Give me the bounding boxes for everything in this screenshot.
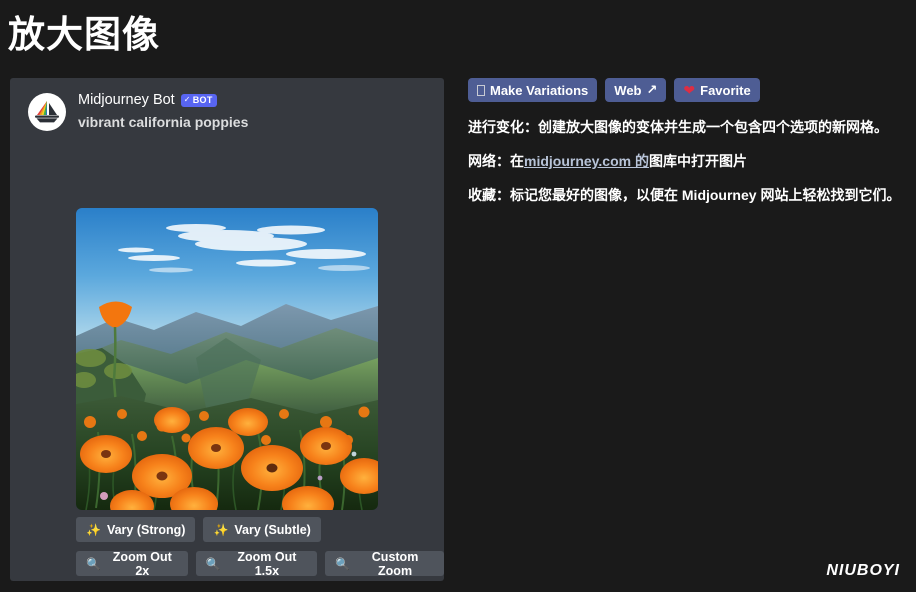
magnifier-icon: 🔍 (86, 556, 101, 571)
zoom-out-2x-button[interactable]: 🔍 Zoom Out 2x (76, 549, 188, 578)
avatar (28, 93, 66, 131)
help-panel: Make Variations Web ↗ ❤ Favorite 进行变化：创建… (468, 78, 908, 218)
variations-description: 进行变化：创建放大图像的变体并生成一个包含四个选项的新网格。 (468, 116, 908, 139)
vary-strong-button[interactable]: ✨ Vary (Strong) (76, 517, 196, 542)
variations-text: 创建放大图像的变体并生成一个包含四个选项的新网格。 (538, 119, 888, 135)
bot-badge: ✓ BOT (180, 93, 217, 107)
arrow-up-right-icon: ↗ (646, 82, 658, 97)
zoom-out-1-5x-label: Zoom Out 1.5x (237, 549, 297, 578)
make-variations-button[interactable]: Make Variations (468, 78, 598, 102)
missing-glyph-icon (477, 84, 485, 96)
generated-image[interactable] (76, 208, 378, 510)
sparkles-icon: ✨ (86, 522, 101, 537)
favorite-description-label: 收藏： (468, 187, 510, 203)
vary-button-row: ✨ Vary (Strong) ✨ Vary (Subtle) (76, 517, 321, 542)
custom-zoom-button[interactable]: 🔍 Custom Zoom (325, 549, 444, 578)
favorite-text: 标记您最好的图像，以便在 Midjourney 网站上轻松找到它们。 (510, 187, 901, 203)
help-button-row: Make Variations Web ↗ ❤ Favorite (468, 78, 908, 102)
vary-subtle-button[interactable]: ✨ Vary (Subtle) (203, 517, 321, 542)
web-button[interactable]: Web ↗ (605, 78, 667, 102)
verified-check-icon: ✓ (183, 95, 191, 104)
zoom-out-2x-label: Zoom Out 2x (112, 549, 172, 578)
web-prefix-text: 在 (510, 153, 524, 169)
vary-strong-label: Vary (Strong) (106, 522, 186, 537)
heart-icon: ❤ (683, 82, 696, 98)
variations-label: 进行变化： (468, 119, 538, 135)
message-header-text: Midjourney Bot ✓ BOT vibrant california p… (78, 90, 248, 131)
midjourney-link[interactable]: midjourney.com 的 (524, 153, 649, 169)
bot-name: Midjourney Bot (78, 92, 175, 108)
web-label: Web (614, 82, 642, 98)
favorite-description: 收藏：标记您最好的图像，以便在 Midjourney 网站上轻松找到它们。 (468, 184, 908, 207)
favorite-button[interactable]: ❤ Favorite (674, 78, 760, 102)
web-description-label: 网络： (468, 153, 510, 169)
message-header: Midjourney Bot ✓ BOT vibrant california p… (28, 90, 248, 131)
sparkles-icon: ✨ (213, 522, 229, 537)
magnifier-icon: 🔍 (335, 556, 351, 571)
magnifier-icon: 🔍 (205, 556, 221, 571)
page-title: 放大图像 (8, 14, 160, 55)
prompt-text: vibrant california poppies (78, 114, 249, 130)
make-variations-label: Make Variations (490, 82, 589, 98)
bot-badge-label: BOT (192, 95, 213, 105)
zoom-out-1-5x-button[interactable]: 🔍 Zoom Out 1.5x (195, 549, 318, 578)
bot-name-row: Midjourney Bot ✓ BOT (78, 90, 248, 110)
vary-subtle-label: Vary (Subtle) (234, 522, 311, 537)
favorite-label: Favorite (700, 82, 751, 98)
watermark: NIUBOYI (826, 562, 900, 579)
web-description: 网络：在midjourney.com 的图库中打开图片 (468, 150, 908, 173)
zoom-button-row: 🔍 Zoom Out 2x 🔍 Zoom Out 1.5x 🔍 Custom Z… (76, 549, 444, 578)
discord-message-panel: Midjourney Bot ✓ BOT vibrant california p… (10, 78, 444, 581)
web-suffix-text: 图库中打开图片 (648, 153, 747, 169)
custom-zoom-label: Custom Zoom (371, 549, 419, 578)
